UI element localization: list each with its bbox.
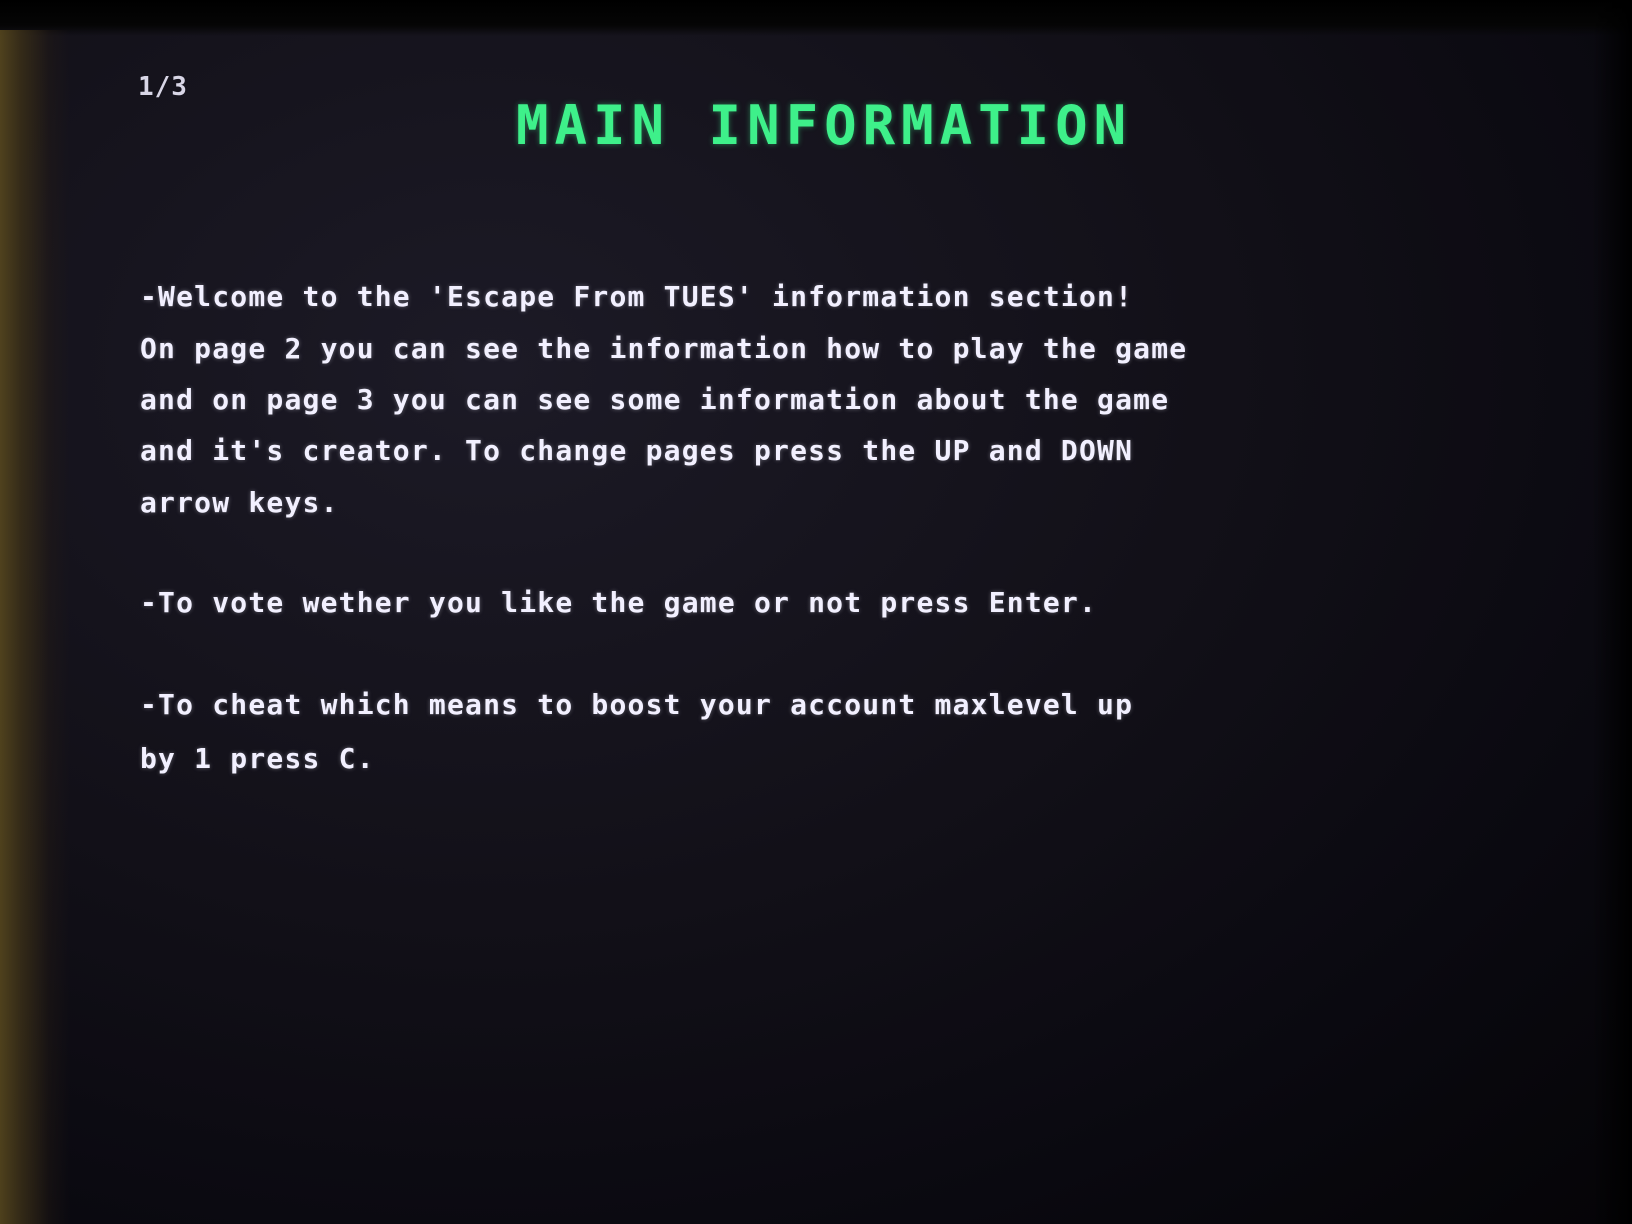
info-line: -Welcome to the 'Escape From TUES' infor… [140, 280, 1134, 313]
page-title: MAIN INFORMATION [516, 94, 1133, 157]
info-line: and it's creator. To change pages press … [140, 434, 1134, 467]
game-screen: 1/3 MAIN INFORMATION -Welcome to the 'Es… [0, 0, 1632, 1224]
page-indicator: 1/3 [138, 72, 188, 102]
vote-instruction-line: -To vote wether you like the game or not… [140, 586, 1098, 619]
cheat-instruction-line: -To cheat which means to boost your acco… [140, 688, 1134, 721]
monitor-bezel-top [0, 0, 1632, 36]
monitor-bezel-left [0, 30, 70, 1224]
monitor-bezel-right [1592, 0, 1632, 1224]
info-line: On page 2 you can see the information ho… [140, 332, 1188, 365]
info-line: and on page 3 you can see some informati… [140, 383, 1170, 416]
cheat-instruction-line: by 1 press C. [140, 742, 375, 775]
info-line: arrow keys. [140, 486, 339, 519]
